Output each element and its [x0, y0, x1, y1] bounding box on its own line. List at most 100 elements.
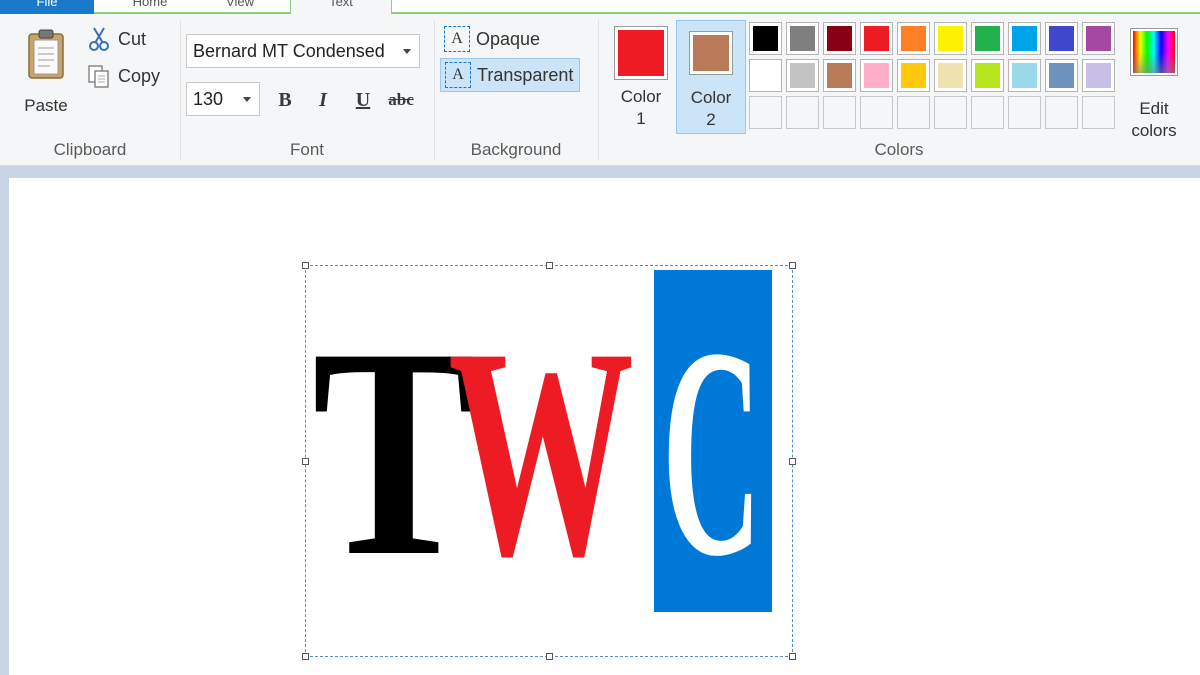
palette-swatch-fill — [901, 63, 926, 88]
palette-swatch[interactable] — [1045, 22, 1078, 55]
palette-empty-swatch[interactable] — [786, 96, 819, 129]
palette-swatch[interactable] — [897, 59, 930, 92]
color-1-button[interactable]: Color 1 — [608, 20, 674, 132]
chevron-down-icon — [243, 97, 251, 102]
edit-colors-button[interactable]: Edit colors — [1124, 24, 1184, 140]
palette-swatch[interactable] — [786, 22, 819, 55]
palette-swatch[interactable] — [1008, 59, 1041, 92]
palette-swatch[interactable] — [897, 22, 930, 55]
palette-swatch[interactable] — [971, 59, 1004, 92]
palette-empty-swatch[interactable] — [1008, 96, 1041, 129]
chevron-down-icon — [403, 49, 411, 54]
font-family-value: Bernard MT Condensed — [193, 41, 385, 61]
resize-handle-bottom-right[interactable] — [789, 653, 796, 660]
edit-colors-label: Edit colors — [1124, 98, 1184, 142]
palette-swatch-fill — [938, 63, 963, 88]
palette-empty-swatch[interactable] — [1082, 96, 1115, 129]
cut-label: Cut — [118, 28, 147, 49]
palette-empty-swatch[interactable] — [860, 96, 893, 129]
palette-empty-swatch[interactable] — [897, 96, 930, 129]
resize-handle-top[interactable] — [546, 262, 553, 269]
color-1-label-line2: 1 — [636, 109, 646, 128]
palette-swatch-fill — [1049, 63, 1074, 88]
palette-swatch-fill — [938, 26, 963, 51]
font-size-select[interactable]: 130 — [186, 82, 260, 116]
palette-swatch[interactable] — [749, 59, 782, 92]
palette-swatch[interactable] — [1045, 59, 1078, 92]
color-2-label-line1: Color — [690, 88, 732, 107]
tab-view[interactable]: View — [205, 0, 275, 14]
palette-swatch-fill — [1049, 26, 1074, 51]
transparent-text-icon: A — [445, 62, 471, 88]
tab-text[interactable]: Text — [290, 0, 392, 15]
opaque-text-icon: A — [444, 26, 470, 52]
ribbon: Paste Cut Copy Clipboard Font Bernard MT… — [0, 14, 1200, 166]
resize-handle-top-right[interactable] — [789, 262, 796, 269]
clipboard-group-label: Clipboard — [53, 140, 127, 159]
palette-swatch-fill — [864, 63, 889, 88]
palette-empty-swatch[interactable] — [823, 96, 856, 129]
palette-swatch-fill — [975, 26, 1000, 51]
palette-swatch-fill — [1086, 26, 1111, 51]
font-size-value: 130 — [193, 89, 224, 109]
palette-swatch-fill — [790, 26, 815, 51]
color-2-button[interactable]: Color 2 — [676, 20, 746, 134]
palette-swatch[interactable] — [823, 22, 856, 55]
palette-swatch-fill — [1086, 63, 1111, 88]
palette-swatch-fill — [827, 26, 852, 51]
palette-swatch-fill — [1012, 26, 1037, 51]
font-family-select[interactable]: Bernard MT Condensed — [186, 34, 420, 68]
resize-handle-bottom[interactable] — [546, 653, 553, 660]
color-2-swatch — [693, 35, 729, 71]
background-group-label: Background — [470, 140, 562, 159]
color-2-label: Color 2 — [677, 87, 745, 131]
opaque-button[interactable]: A Opaque — [440, 22, 546, 56]
bold-button[interactable]: B — [270, 86, 300, 114]
text-selection-box[interactable] — [302, 262, 796, 660]
palette-swatch-fill — [753, 63, 778, 88]
copy-icon — [86, 63, 112, 89]
strikethrough-button[interactable]: abc — [386, 86, 416, 114]
resize-handle-left[interactable] — [302, 458, 309, 465]
italic-button[interactable]: I — [308, 86, 338, 114]
color-spectrum-icon — [1130, 28, 1178, 76]
edit-colors-label-line1: Edit — [1139, 99, 1169, 118]
underline-button[interactable]: U — [348, 86, 378, 114]
palette-swatch-fill — [975, 63, 1000, 88]
palette-swatch-fill — [827, 63, 852, 88]
palette-swatch[interactable] — [860, 22, 893, 55]
transparent-button[interactable]: A Transparent — [440, 58, 581, 92]
transparent-label: Transparent — [477, 64, 574, 85]
copy-button[interactable]: Copy — [86, 61, 160, 91]
tab-home[interactable]: Home — [110, 0, 190, 14]
palette-swatch[interactable] — [971, 22, 1004, 55]
ribbon-tabs: File Home View Text — [0, 0, 1200, 15]
color-1-label-line1: Color — [620, 87, 662, 106]
color-1-swatch-frame — [614, 26, 668, 80]
palette-swatch[interactable] — [860, 59, 893, 92]
colors-group-label: Colors — [874, 140, 924, 159]
palette-empty-swatch[interactable] — [749, 96, 782, 129]
edit-colors-label-line2: colors — [1131, 121, 1177, 140]
tab-file[interactable]: File — [0, 0, 94, 14]
palette-swatch[interactable] — [1082, 59, 1115, 92]
palette-empty-swatch[interactable] — [934, 96, 967, 129]
paste-button[interactable]: Paste — [14, 24, 78, 124]
palette-swatch[interactable] — [934, 59, 967, 92]
resize-handle-bottom-left[interactable] — [302, 653, 309, 660]
palette-swatch[interactable] — [786, 59, 819, 92]
palette-swatch[interactable] — [1082, 22, 1115, 55]
palette-swatch[interactable] — [823, 59, 856, 92]
copy-label: Copy — [118, 65, 161, 86]
palette-swatch-fill — [790, 63, 815, 88]
palette-empty-swatch[interactable] — [1045, 96, 1078, 129]
palette-swatch[interactable] — [934, 22, 967, 55]
palette-swatch[interactable] — [1008, 22, 1041, 55]
resize-handle-right[interactable] — [789, 458, 796, 465]
resize-handle-top-left[interactable] — [302, 262, 309, 269]
palette-swatch[interactable] — [749, 22, 782, 55]
palette-empty-swatch[interactable] — [971, 96, 1004, 129]
cut-button[interactable]: Cut — [86, 24, 146, 54]
color-2-swatch-frame — [689, 31, 733, 75]
palette-swatch-fill — [1012, 63, 1037, 88]
